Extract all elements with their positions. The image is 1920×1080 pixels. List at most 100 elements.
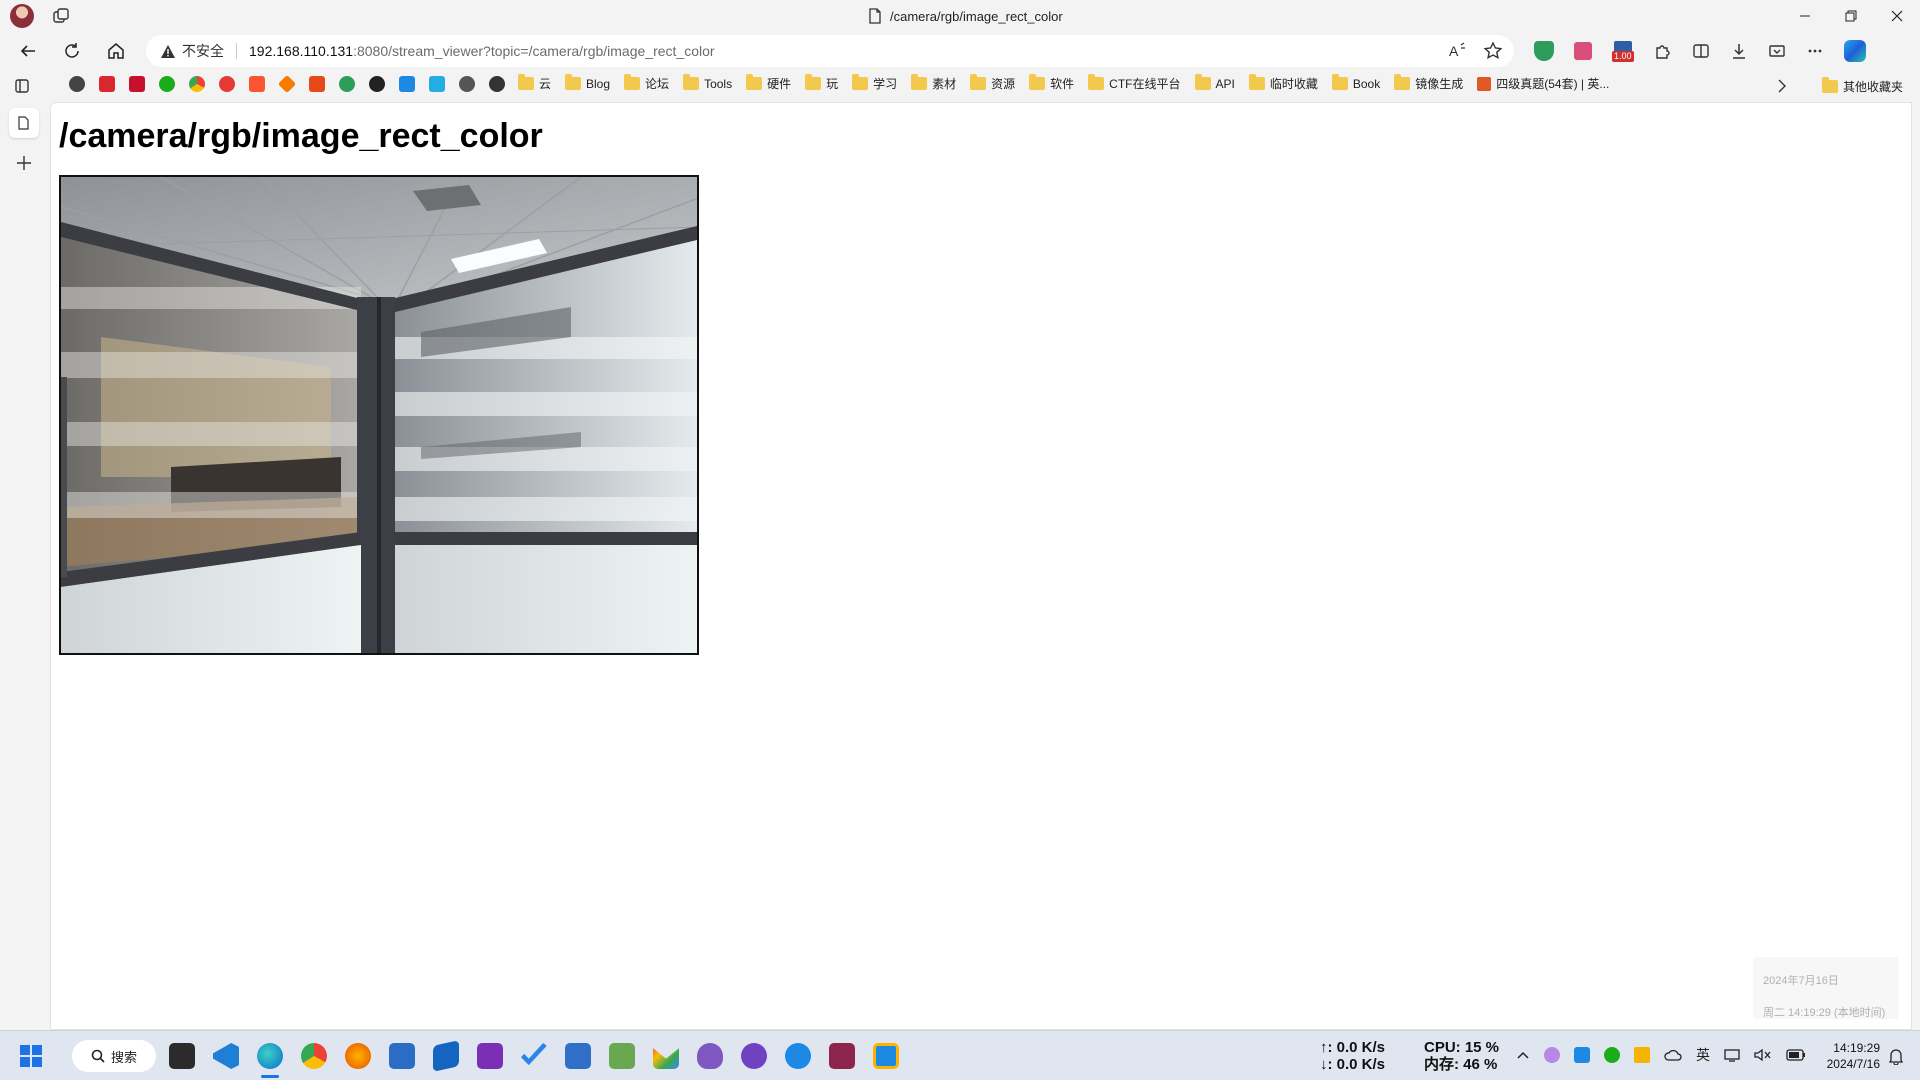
pdf-app-icon[interactable]	[829, 1043, 855, 1069]
memory-usage: 内存: 46 %	[1424, 1056, 1498, 1073]
gmail-app-icon[interactable]	[653, 1048, 679, 1069]
sidebar-tab-current[interactable]	[9, 108, 39, 138]
wechat-tray-icon[interactable]	[1604, 1047, 1620, 1063]
bookmark-folder[interactable]: 镜像生成	[1394, 74, 1463, 92]
bookmark-folder[interactable]: CTF在线平台	[1088, 74, 1181, 92]
bookmark-page-link[interactable]: 四级真题(54套) | 英...	[1477, 75, 1609, 92]
security-label: 不安全	[182, 43, 224, 59]
chrome-app-icon[interactable]	[301, 1043, 327, 1069]
obsidian-app-icon[interactable]	[697, 1043, 723, 1069]
bookmark-site-icon[interactable]	[399, 75, 415, 92]
bookmark-site-icon[interactable]	[159, 75, 175, 92]
bookmark-site-icon[interactable]	[99, 75, 115, 92]
upload-speed: ↑: 0.0 K/s	[1320, 1039, 1386, 1056]
openai-icon[interactable]	[489, 75, 505, 92]
bookmark-folder[interactable]: 玩	[805, 74, 838, 92]
layers-app-icon[interactable]	[433, 1040, 459, 1072]
bookmark-site-icon[interactable]	[459, 75, 475, 92]
tray-app-icon[interactable]	[1544, 1047, 1560, 1063]
remote-app-icon[interactable]	[873, 1043, 899, 1069]
page-title: /camera/rgb/image_rect_color	[59, 117, 543, 155]
file-app-icon[interactable]	[565, 1043, 591, 1069]
bookmark-folder[interactable]: 云	[518, 74, 551, 92]
folder-icon	[1822, 77, 1838, 93]
taskbar-clock[interactable]: 14:19:29 2024/7/16	[1820, 1040, 1880, 1072]
speaker-muted-icon[interactable]	[1754, 1048, 1772, 1062]
minimize-button[interactable]	[1782, 0, 1828, 32]
system-monitor: CPU: 15 % 内存: 46 %	[1424, 1039, 1499, 1073]
edge-app-icon[interactable]	[257, 1043, 283, 1069]
tray-app-icon[interactable]	[1634, 1047, 1650, 1063]
bookmark-site-icon[interactable]	[339, 75, 355, 92]
restore-button[interactable]	[1828, 0, 1874, 32]
bookmark-site-icon[interactable]	[129, 75, 145, 92]
bookmark-folder[interactable]: Book	[1331, 74, 1380, 91]
home-button[interactable]	[100, 36, 132, 66]
bookmark-folder[interactable]: 硬件	[746, 74, 791, 92]
onenote-app-icon[interactable]	[477, 1043, 503, 1069]
bookmark-folder[interactable]: API	[1194, 74, 1235, 91]
bookmark-folder[interactable]: 论坛	[624, 74, 669, 92]
new-tab-plus-icon[interactable]	[15, 154, 33, 172]
bookmark-folder[interactable]: 素材	[911, 74, 956, 92]
copilot-icon[interactable]	[1844, 40, 1866, 62]
shield-extension-icon[interactable]	[1534, 41, 1554, 61]
network-icon[interactable]	[1724, 1048, 1740, 1062]
system-tray: 英	[1516, 1045, 1806, 1065]
chevron-up-icon[interactable]	[1516, 1050, 1530, 1060]
cpu-usage: CPU: 15 %	[1424, 1039, 1500, 1056]
translate-extension-icon[interactable]	[1574, 42, 1592, 60]
bilibili-icon[interactable]	[429, 75, 445, 92]
bookmark-folder[interactable]: Tools	[683, 74, 732, 91]
bookmark-site-icon[interactable]	[249, 75, 265, 92]
download-speed: ↓: 0.0 K/s	[1320, 1056, 1386, 1073]
tray-app-icon[interactable]	[1574, 1047, 1590, 1063]
bookmark-site-icon[interactable]	[69, 75, 85, 92]
close-window-button[interactable]	[1874, 0, 1920, 32]
profile-avatar[interactable]	[10, 4, 34, 28]
site-security-indicator[interactable]: 不安全	[160, 41, 224, 61]
chevron-right-icon[interactable]	[1776, 79, 1788, 93]
sidebar-toggle-icon[interactable]	[14, 78, 30, 94]
bookmark-site-icon[interactable]	[189, 75, 205, 92]
firefox-app-icon[interactable]	[345, 1043, 371, 1069]
store-app-icon[interactable]	[389, 1043, 415, 1069]
ime-indicator[interactable]: 英	[1696, 1045, 1710, 1065]
bookmark-site-icon[interactable]	[219, 75, 235, 92]
speed-extension-icon[interactable]: 1.00	[1612, 41, 1634, 62]
other-bookmarks-folder[interactable]: 其他收藏夹	[1822, 77, 1903, 95]
taskbar-search-button[interactable]: 搜索	[72, 1040, 156, 1072]
github-desktop-app-icon[interactable]	[741, 1043, 767, 1069]
bookmark-folder[interactable]: 学习	[852, 74, 897, 92]
back-button[interactable]	[12, 36, 44, 66]
folder-icon	[1394, 74, 1411, 90]
favorite-star-icon[interactable]	[1482, 40, 1504, 62]
tab-actions-icon[interactable]	[52, 7, 70, 25]
bookmark-folder[interactable]: 软件	[1029, 74, 1074, 92]
reload-button[interactable]	[56, 36, 88, 66]
more-options-icon[interactable]	[1806, 42, 1824, 60]
todo-app-icon[interactable]	[521, 1043, 547, 1066]
bookmark-folder[interactable]: 资源	[970, 74, 1015, 92]
active-tab[interactable]: /camera/rgb/image_rect_color	[868, 8, 1063, 24]
bookmark-site-icon[interactable]	[309, 75, 325, 92]
bookmark-folder[interactable]: 临时收藏	[1248, 74, 1318, 92]
search-label: 搜索	[110, 1049, 137, 1065]
editor-app-icon[interactable]	[609, 1043, 635, 1069]
bookmark-site-icon[interactable]	[277, 74, 297, 93]
battery-icon[interactable]	[1786, 1049, 1806, 1061]
ie-app-icon[interactable]	[785, 1043, 811, 1069]
cloud-icon[interactable]	[1664, 1048, 1682, 1062]
extensions-puzzle-icon[interactable]	[1654, 42, 1672, 60]
bookmark-folder[interactable]: Blog	[565, 74, 610, 91]
vscode-app-icon[interactable]	[213, 1043, 239, 1069]
windows-start-icon[interactable]	[20, 1045, 42, 1067]
github-icon[interactable]	[369, 75, 385, 92]
terminal-app-icon[interactable]	[169, 1043, 195, 1069]
notification-bell-icon[interactable]	[1888, 1047, 1904, 1065]
split-screen-icon[interactable]	[1692, 42, 1710, 60]
screenshot-icon[interactable]	[1768, 42, 1786, 60]
read-aloud-icon[interactable]: A	[1446, 40, 1468, 62]
download-icon[interactable]	[1730, 42, 1748, 60]
address-bar[interactable]: 不安全 192.168.110.131 :8080/stream_viewer?…	[146, 35, 1514, 67]
